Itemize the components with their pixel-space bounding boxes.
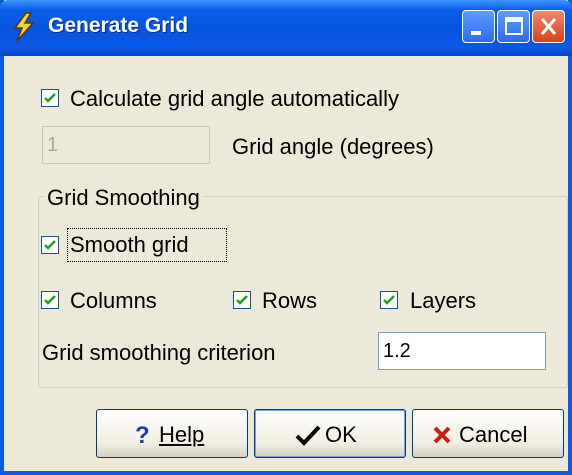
smooth-grid-checkbox[interactable]	[41, 236, 59, 254]
rows-checkbox[interactable]	[233, 291, 251, 309]
question-icon: ?	[135, 423, 150, 447]
columns-checkbox[interactable]	[41, 291, 59, 309]
checkmark-icon	[44, 295, 56, 305]
criterion-input[interactable]: 1.2	[378, 332, 546, 370]
grid-smoothing-title: Grid Smoothing	[44, 185, 203, 211]
smooth-grid-label: Smooth grid	[70, 232, 189, 257]
close-icon	[540, 18, 557, 35]
auto-angle-label: Calculate grid angle automatically	[70, 86, 399, 111]
lightning-icon	[13, 12, 35, 42]
grid-angle-input[interactable]: 1	[42, 126, 210, 164]
grid-angle-label: Grid angle (degrees)	[232, 134, 434, 159]
checkmark-icon	[383, 295, 395, 305]
x-icon	[433, 426, 451, 444]
auto-angle-checkbox[interactable]	[41, 89, 59, 107]
cancel-button-label: Cancel	[459, 422, 528, 447]
checkmark-icon	[44, 240, 56, 250]
checkmark-icon	[236, 295, 248, 305]
help-button-label: Help	[159, 422, 205, 447]
dialog-window: Generate Grid Calculate grid angle autom…	[0, 0, 572, 475]
cancel-button[interactable]: Cancel	[412, 409, 564, 458]
help-button[interactable]: ? Help	[96, 409, 248, 458]
layers-label: Layers	[410, 288, 477, 313]
columns-label: Columns	[70, 288, 157, 313]
minimize-button[interactable]	[462, 10, 495, 43]
maximize-button[interactable]	[497, 10, 530, 43]
close-button[interactable]	[532, 10, 565, 43]
maximize-icon	[505, 17, 523, 35]
window-title: Generate Grid	[48, 14, 189, 37]
layers-checkbox[interactable]	[380, 291, 398, 309]
title-bar[interactable]: Generate Grid	[0, 0, 572, 56]
checkmark-icon	[44, 93, 56, 103]
rows-label: Rows	[262, 288, 318, 313]
minimize-icon	[471, 31, 481, 35]
ok-button-label: OK	[325, 422, 357, 447]
svg-text:?: ?	[135, 423, 150, 447]
ok-button[interactable]: OK	[254, 409, 406, 458]
checkmark-icon	[295, 425, 321, 446]
criterion-label: Grid smoothing criterion	[42, 340, 276, 365]
